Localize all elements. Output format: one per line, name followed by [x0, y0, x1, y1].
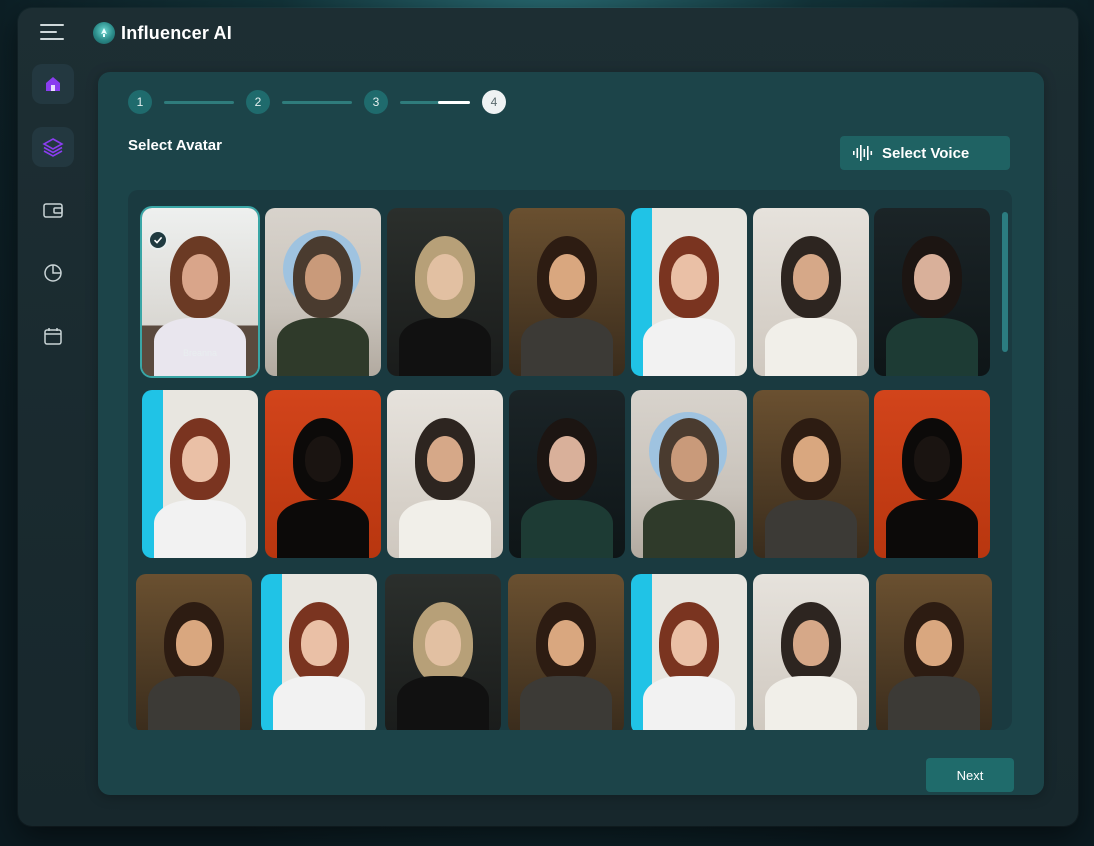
step-connector — [164, 100, 234, 104]
avatar-face — [427, 436, 463, 482]
avatar-body — [277, 500, 369, 558]
avatar-body — [643, 318, 735, 376]
avatar-face — [305, 436, 341, 482]
menu-icon[interactable] — [40, 24, 64, 42]
step-connector-progress — [400, 100, 470, 104]
avatar-card[interactable] — [509, 390, 625, 558]
sidebar-item-layers[interactable] — [32, 127, 74, 167]
avatar-grid: Breanna — [128, 190, 1012, 730]
step-3[interactable]: 3 — [364, 90, 388, 114]
avatar-body — [765, 676, 857, 730]
sidebar-item-wallet[interactable] — [32, 190, 74, 230]
step-2[interactable]: 2 — [246, 90, 270, 114]
avatar-body — [399, 318, 491, 376]
avatar-card[interactable] — [387, 390, 503, 558]
avatar-face — [916, 620, 952, 666]
avatar-card[interactable] — [265, 390, 381, 558]
avatar-body — [520, 676, 612, 730]
sidebar-item-calendar[interactable] — [32, 316, 74, 356]
avatar-card[interactable] — [631, 208, 747, 376]
avatar-body — [888, 676, 980, 730]
pie-chart-icon — [44, 264, 62, 282]
sidebar-item-analytics[interactable] — [32, 253, 74, 293]
sidebar — [32, 64, 76, 379]
avatar-face — [671, 436, 707, 482]
step-1[interactable]: 1 — [128, 90, 152, 114]
avatar-face — [427, 254, 463, 300]
avatar-card[interactable] — [136, 574, 252, 730]
avatar-face — [301, 620, 337, 666]
avatar-body — [886, 318, 978, 376]
avatar-body — [886, 500, 978, 558]
avatar-body — [643, 500, 735, 558]
brand: Influencer AI — [93, 22, 232, 44]
sound-wave-icon — [853, 145, 873, 161]
avatar-face — [305, 254, 341, 300]
avatar-card[interactable] — [261, 574, 377, 730]
avatar-card[interactable] — [387, 208, 503, 376]
avatar-card[interactable] — [753, 390, 869, 558]
avatar-face — [548, 620, 584, 666]
avatar-face — [793, 436, 829, 482]
avatar-face — [671, 620, 707, 666]
avatar-body — [277, 318, 369, 376]
home-icon — [46, 77, 60, 91]
scrollbar[interactable] — [1002, 212, 1008, 352]
avatar-card[interactable] — [508, 574, 624, 730]
selected-check-icon — [148, 230, 168, 250]
avatar-face — [176, 620, 212, 666]
avatar-body — [399, 500, 491, 558]
avatar-body — [273, 676, 365, 730]
avatar-face — [425, 620, 461, 666]
avatar-body — [643, 676, 735, 730]
avatar-body — [397, 676, 489, 730]
app-title: Influencer AI — [121, 22, 232, 43]
step-connector — [282, 100, 352, 104]
avatar-card[interactable] — [142, 390, 258, 558]
avatar-face — [793, 254, 829, 300]
avatar-panel: 1 2 3 4 Select Avatar Select Voice Brean… — [98, 72, 1044, 795]
avatar-body — [765, 318, 857, 376]
avatar-body — [154, 500, 246, 558]
avatar-card[interactable] — [753, 208, 869, 376]
avatar-face — [182, 436, 218, 482]
avatar-body — [154, 318, 246, 376]
calendar-icon — [44, 328, 62, 345]
rocket-logo-icon — [93, 22, 115, 44]
avatar-card[interactable] — [876, 574, 992, 730]
next-button[interactable]: Next — [926, 758, 1014, 792]
avatar-card[interactable]: Breanna — [142, 208, 258, 376]
section-title: Select Avatar — [128, 137, 222, 154]
layers-icon — [42, 138, 64, 157]
avatar-body — [765, 500, 857, 558]
step-4[interactable]: 4 — [482, 90, 506, 114]
stepper: 1 2 3 4 — [128, 90, 506, 114]
avatar-face — [671, 254, 707, 300]
avatar-card[interactable] — [874, 390, 990, 558]
avatar-body — [521, 318, 613, 376]
avatar-face — [549, 436, 585, 482]
avatar-card[interactable] — [385, 574, 501, 730]
avatar-card[interactable] — [874, 208, 990, 376]
avatar-face — [914, 436, 950, 482]
avatar-face — [793, 620, 829, 666]
select-voice-label: Select Voice — [882, 144, 970, 162]
avatar-card[interactable] — [631, 574, 747, 730]
avatar-card[interactable] — [753, 574, 869, 730]
wallet-icon — [43, 203, 63, 218]
avatar-face — [182, 254, 218, 300]
avatar-face — [914, 254, 950, 300]
sidebar-item-home[interactable] — [32, 64, 74, 104]
avatar-body — [148, 676, 240, 730]
avatar-card[interactable] — [509, 208, 625, 376]
avatar-name-label: Breanna — [182, 348, 218, 358]
select-voice-button[interactable]: Select Voice — [840, 136, 1010, 170]
app-window: Influencer AI 1 2 3 4 Select Avatar Sele… — [18, 8, 1078, 826]
avatar-face — [549, 254, 585, 300]
avatar-card[interactable] — [265, 208, 381, 376]
avatar-card[interactable] — [631, 390, 747, 558]
avatar-body — [521, 500, 613, 558]
